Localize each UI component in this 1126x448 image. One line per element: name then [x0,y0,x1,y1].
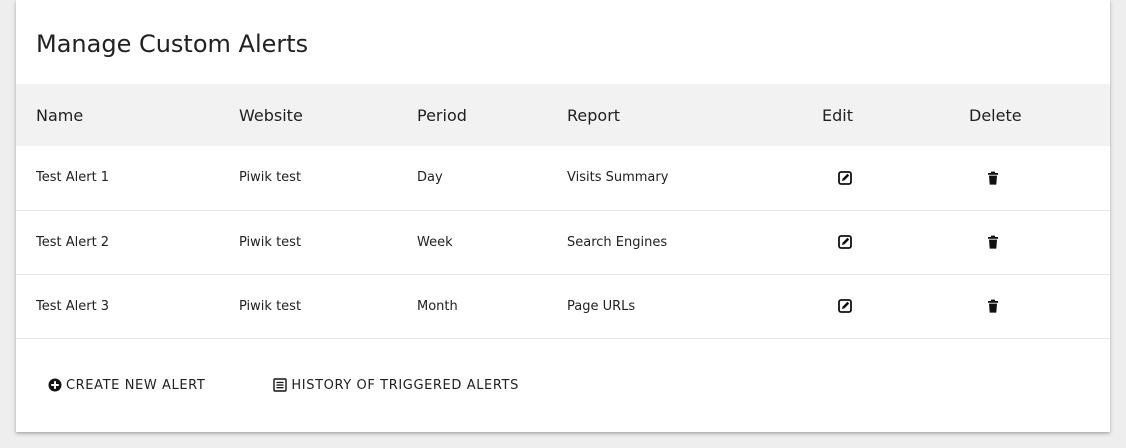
trash-icon[interactable] [985,298,1001,314]
table-row: Test Alert 2 Piwik test Week Search Engi… [16,210,1110,274]
edit-icon[interactable] [837,234,853,250]
edit-icon[interactable] [837,170,853,186]
create-new-alert-label: CREATE NEW ALERT [66,377,206,393]
history-triggered-alerts-label: HISTORY OF TRIGGERED ALERTS [291,377,519,393]
alerts-card: Manage Custom Alerts Name Website Period… [16,0,1110,432]
column-header-report[interactable]: Report [567,84,822,146]
alert-period: Week [417,234,453,250]
table-header-row: Name Website Period Report Edit Delete [16,84,1110,146]
alert-report: Visits Summary [567,170,669,186]
alert-name: Test Alert 1 [36,170,110,186]
plus-circle-icon [48,378,62,392]
alerts-table: Name Website Period Report Edit Delete T… [16,84,1110,339]
alert-website: Piwik test [239,234,302,250]
column-header-period[interactable]: Period [417,84,567,146]
alert-name: Test Alert 2 [36,234,110,250]
column-header-edit: Edit [822,105,853,125]
alert-period: Month [417,298,458,314]
card-title: Manage Custom Alerts [36,30,309,58]
column-header-website[interactable]: Website [239,84,417,146]
trash-icon[interactable] [985,234,1001,250]
alert-name: Test Alert 3 [36,298,110,314]
column-header-name[interactable]: Name [16,84,239,146]
edit-icon[interactable] [837,298,853,314]
alert-actions: CREATE NEW ALERT HISTORY OF TRIGGERED AL… [48,374,519,396]
alert-website: Piwik test [239,298,302,314]
trash-icon[interactable] [985,170,1001,186]
history-triggered-alerts-button[interactable]: HISTORY OF TRIGGERED ALERTS [273,378,519,393]
list-icon [273,378,288,392]
alert-report: Search Engines [567,234,668,250]
alert-report: Page URLs [567,298,636,314]
alert-period: Day [417,170,443,186]
column-header-delete: Delete [969,105,1022,125]
table-row: Test Alert 1 Piwik test Day Visits Summa… [16,146,1110,210]
alert-website: Piwik test [239,170,302,186]
table-row: Test Alert 3 Piwik test Month Page URLs [16,274,1110,338]
create-new-alert-button[interactable]: CREATE NEW ALERT [48,378,205,393]
